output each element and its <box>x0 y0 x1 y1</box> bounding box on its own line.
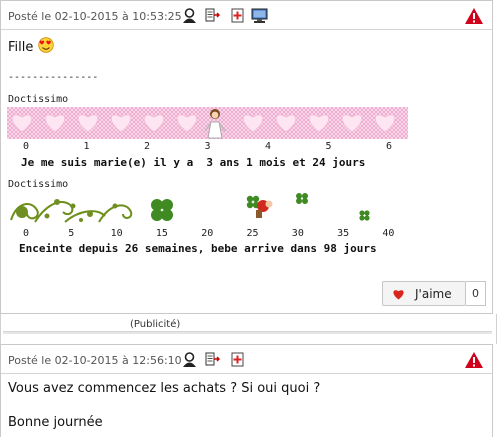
post-line-1: Vous avez commencez les achats ? Si oui … <box>8 381 321 396</box>
scale-tick-label: 30 <box>291 228 304 239</box>
scale-tick-label: 0 <box>23 228 30 239</box>
scale-tick-label: 5 <box>68 228 75 239</box>
post-2: Posté le 02-10-2015 à 12:56:10 Vous avez… <box>0 344 493 437</box>
computer-icon[interactable] <box>251 8 268 24</box>
love-emoji-icon <box>38 37 54 53</box>
ticker-2-brand: Doctissimo <box>8 179 69 190</box>
report-warning-icon[interactable] <box>464 7 484 25</box>
profile-icon[interactable] <box>182 352 197 367</box>
separator: --------------- <box>8 72 99 83</box>
scale-tick-label: 10 <box>110 228 123 239</box>
pregnancy-ticker-bar <box>7 192 408 225</box>
post-date: Posté le 02-10-2015 à 10:53:25 <box>8 10 182 23</box>
scale-tick-label: 5 <box>325 141 332 152</box>
scale-tick-label: 2 <box>144 141 151 152</box>
scale-tick-label: 15 <box>155 228 168 239</box>
ad-label: (Publicité) <box>130 319 181 330</box>
like-button[interactable]: J'aime <box>382 281 466 306</box>
ticker-2-caption: Enceinte depuis 26 semaines, bebe arrive… <box>19 242 377 255</box>
ad-divider: (Publicité) <box>0 314 497 344</box>
post-date: Posté le 02-10-2015 à 12:56:10 <box>8 354 182 367</box>
report-warning-icon[interactable] <box>464 351 484 369</box>
post-header: Posté le 02-10-2015 à 12:56:10 <box>1 345 492 374</box>
heart-icon <box>393 290 404 300</box>
post-line-2: Bonne journée <box>8 415 103 430</box>
ticker-1-brand: Doctissimo <box>8 94 69 105</box>
scale-tick-label: 40 <box>382 228 395 239</box>
post-header: Posté le 02-10-2015 à 10:53:25 <box>1 1 492 30</box>
profile-icon[interactable] <box>182 8 197 23</box>
post-greeting: Fille <box>8 40 34 55</box>
scale-tick-label: 4 <box>265 141 272 152</box>
scale-tick-label: 35 <box>337 228 350 239</box>
wedding-ticker-bar <box>7 107 408 139</box>
like-count: 0 <box>466 281 486 306</box>
add-to-list-icon[interactable] <box>230 8 245 23</box>
post-1: Posté le 02-10-2015 à 10:53:25 Fille ---… <box>0 0 493 314</box>
private-message-icon[interactable] <box>205 8 220 23</box>
scale-tick-label: 1 <box>83 141 90 152</box>
private-message-icon[interactable] <box>205 352 220 367</box>
scale-tick-label: 0 <box>23 141 30 152</box>
like-label: J'aime <box>415 287 452 301</box>
scale-tick-label: 6 <box>386 141 393 152</box>
ad-divider-bar <box>3 331 492 334</box>
add-to-list-icon[interactable] <box>230 352 245 367</box>
scale-tick-label: 20 <box>201 228 214 239</box>
scale-tick-label: 25 <box>246 228 259 239</box>
ticker-1-caption: Je me suis marie(e) il y a 3 ans 1 mois … <box>21 156 366 169</box>
scale-tick-label: 3 <box>204 141 211 152</box>
